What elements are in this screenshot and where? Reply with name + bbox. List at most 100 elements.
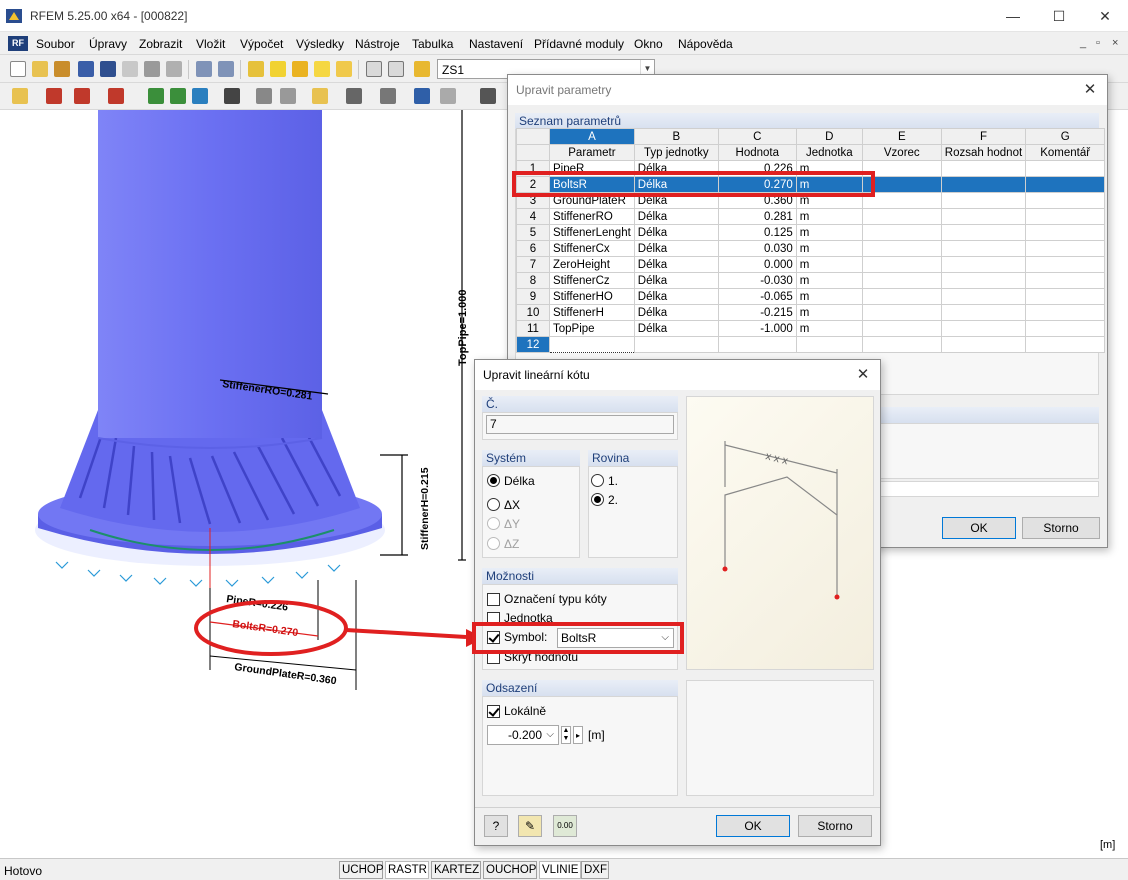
save-icon[interactable] bbox=[100, 61, 116, 77]
ground-plate-r-label[interactable]: GroundPlateR=0.360 bbox=[234, 661, 338, 687]
table-row[interactable]: 7 ZeroHeight Délka 0.000 m bbox=[516, 256, 1106, 273]
system-dy-radio[interactable] bbox=[487, 517, 500, 530]
table-row[interactable]: 5 StiffenerLenght Délka 0.125 m bbox=[516, 224, 1106, 241]
settings-icon[interactable] bbox=[480, 88, 496, 104]
open-block-icon[interactable] bbox=[54, 61, 70, 77]
minimize-button[interactable]: — bbox=[990, 0, 1036, 32]
open-folder-icon[interactable] bbox=[32, 61, 48, 77]
cartesian-button[interactable]: KARTEZ bbox=[431, 861, 481, 879]
guideline-button[interactable]: VLINIE bbox=[539, 861, 581, 879]
close-icon[interactable]: ✕ bbox=[852, 364, 874, 386]
undo-icon[interactable] bbox=[196, 61, 212, 77]
dimension-icon[interactable] bbox=[256, 88, 272, 104]
number-format-icon[interactable]: 0.00 bbox=[553, 815, 577, 837]
table-row[interactable]: 4 StiffenerRO Délka 0.281 m bbox=[516, 208, 1106, 225]
system-dx-radio[interactable] bbox=[487, 498, 500, 511]
local-label[interactable]: Lokálně bbox=[504, 704, 546, 718]
params-cancel-button[interactable]: Storno bbox=[1022, 517, 1100, 539]
table-row[interactable]: 12 bbox=[516, 336, 1106, 353]
hinge-icon[interactable] bbox=[224, 88, 240, 104]
close-icon[interactable]: ✕ bbox=[1079, 79, 1101, 101]
clipboard-icon[interactable] bbox=[122, 61, 138, 77]
pencil-icon[interactable] bbox=[248, 61, 264, 77]
member-icon[interactable] bbox=[108, 88, 124, 104]
menu-napoveda[interactable]: Nápověda bbox=[678, 37, 733, 51]
dimension-type-label[interactable]: Označení typu kóty bbox=[504, 592, 607, 606]
table-row[interactable]: 9 StiffenerHO Délka -0.065 m bbox=[516, 288, 1106, 305]
menu-upravy[interactable]: Úpravy bbox=[89, 37, 127, 51]
dim-ok-button[interactable]: OK bbox=[716, 815, 790, 837]
col-letter-e[interactable]: E bbox=[861, 128, 942, 145]
menu-vypocet[interactable]: Výpočet bbox=[240, 37, 283, 51]
menu-soubor[interactable]: Soubor bbox=[36, 37, 75, 51]
display-icon[interactable] bbox=[380, 88, 396, 104]
table-row[interactable]: 11 TopPipe Délka -1.000 m bbox=[516, 320, 1106, 337]
load-case-icon[interactable] bbox=[414, 61, 430, 77]
menu-pridavne-moduly[interactable]: Přídavné moduly bbox=[534, 37, 624, 51]
offset-pick-icon[interactable]: ▸ bbox=[573, 726, 583, 744]
surface-icon[interactable] bbox=[192, 88, 208, 104]
close-button[interactable]: ✕ bbox=[1082, 0, 1128, 32]
plane-2-label[interactable]: 2. bbox=[608, 493, 618, 507]
find-icon[interactable] bbox=[270, 61, 286, 77]
system-dz-radio[interactable] bbox=[487, 537, 500, 550]
menu-nastroje[interactable]: Nástroje bbox=[355, 37, 400, 51]
col-letter-f[interactable]: F bbox=[940, 128, 1027, 145]
dxf-button[interactable]: DXF bbox=[581, 861, 609, 879]
dim-cancel-button[interactable]: Storno bbox=[798, 815, 872, 837]
print-icon[interactable] bbox=[144, 61, 160, 77]
new-file-icon[interactable] bbox=[10, 61, 26, 77]
section-icon[interactable] bbox=[312, 88, 328, 104]
snap-button[interactable]: UCHOP bbox=[339, 861, 384, 879]
col-letter-c[interactable]: C bbox=[717, 128, 797, 145]
stiffener-h-label[interactable]: StiffenerH=0.215 bbox=[419, 467, 431, 550]
print-preview-icon[interactable] bbox=[166, 61, 182, 77]
comment-icon[interactable] bbox=[336, 61, 352, 77]
table-icon[interactable] bbox=[366, 61, 382, 77]
col-letter-a[interactable]: A bbox=[549, 128, 635, 145]
grid-button[interactable]: RASTR bbox=[385, 861, 429, 879]
table-row[interactable]: 6 StiffenerCx Délka 0.030 m bbox=[516, 240, 1106, 257]
line-icon[interactable] bbox=[46, 88, 62, 104]
supports-icon[interactable] bbox=[170, 88, 186, 104]
menu-vlozit[interactable]: Vložit bbox=[196, 37, 225, 51]
save-all-icon[interactable] bbox=[78, 61, 94, 77]
dimension-type-checkbox[interactable] bbox=[487, 593, 500, 606]
chevron-down-icon[interactable]: ⌵ bbox=[546, 726, 554, 744]
plane-1-radio[interactable] bbox=[591, 474, 604, 487]
edit-note-icon[interactable]: ✎ bbox=[518, 815, 542, 837]
top-pipe-label[interactable]: TopPipe=1.000 bbox=[457, 289, 469, 366]
menu-nastaveni[interactable]: Nastavení bbox=[469, 37, 523, 51]
menu-zobrazit[interactable]: Zobrazit bbox=[139, 37, 182, 51]
system-length-radio[interactable] bbox=[487, 474, 500, 487]
render-icon[interactable] bbox=[440, 88, 456, 104]
system-dx-label[interactable]: ΔX bbox=[504, 498, 520, 512]
params-ok-button[interactable]: OK bbox=[942, 517, 1016, 539]
mdi-restore-button[interactable]: ▫ bbox=[1096, 37, 1100, 49]
polyline-icon[interactable] bbox=[74, 88, 90, 104]
system-length-label[interactable]: Délka bbox=[504, 474, 535, 488]
object-snap-button[interactable]: OUCHOP bbox=[483, 861, 537, 879]
col-letter-g[interactable]: G bbox=[1025, 128, 1106, 145]
local-checkbox[interactable] bbox=[487, 705, 500, 718]
menu-vysledky[interactable]: Výsledky bbox=[296, 37, 344, 51]
support-icon[interactable] bbox=[148, 88, 164, 104]
target-icon[interactable] bbox=[292, 61, 308, 77]
menu-tabulka[interactable]: Tabulka bbox=[412, 37, 453, 51]
view-icon[interactable] bbox=[346, 88, 362, 104]
mdi-minimize-button[interactable]: _ bbox=[1080, 37, 1086, 49]
redo-icon[interactable] bbox=[218, 61, 234, 77]
menu-okno[interactable]: Okno bbox=[634, 37, 663, 51]
mdi-close-button[interactable]: × bbox=[1112, 37, 1118, 49]
guide-icon[interactable] bbox=[280, 88, 296, 104]
plane-1-label[interactable]: 1. bbox=[608, 474, 618, 488]
edit-icon[interactable] bbox=[314, 61, 330, 77]
help-icon[interactable]: ? bbox=[484, 815, 508, 837]
solid-icon[interactable] bbox=[414, 88, 430, 104]
plane-2-radio[interactable] bbox=[591, 493, 604, 506]
offset-spinner-icon[interactable]: ▲ ▼ bbox=[561, 726, 571, 744]
offset-value-combo[interactable]: -0.200 ⌵ bbox=[487, 725, 559, 745]
maximize-button[interactable]: ☐ bbox=[1036, 0, 1082, 32]
col-letter-d[interactable]: D bbox=[795, 128, 863, 145]
number-field[interactable]: 7 bbox=[486, 415, 674, 434]
